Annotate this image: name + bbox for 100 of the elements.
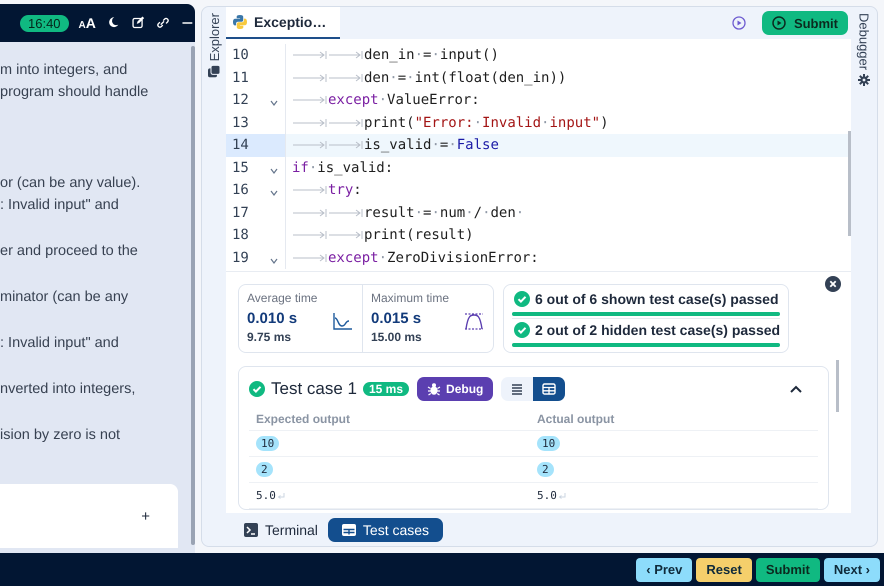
whitespace-mark: · [431,204,440,221]
stat-label: Average time [247,291,318,305]
tab-arrow-icon [292,140,328,150]
whitespace-mark: · [378,92,388,108]
wave-chart-icon [332,311,354,331]
whitespace-mark: · [516,204,524,221]
whitespace-mark: · [406,70,415,86]
scrollbar[interactable] [848,131,851,236]
check-circle-icon [249,381,265,397]
table-view-button[interactable] [533,377,566,401]
reset-button[interactable]: Reset [696,558,752,582]
summary-text: 6 out of 6 shown test case(s) passed [535,291,779,307]
list-view-button[interactable] [501,377,534,401]
description-text: er and proceed to the [0,242,139,261]
description-text: : Invalid input" and [0,196,120,215]
tab-arrow-icon [328,230,364,240]
scrollbar[interactable] [836,360,839,412]
summary-text: 2 out of 2 hidden test case(s) passed [535,322,780,338]
debug-button[interactable]: Debug [417,377,494,401]
code-line[interactable]: except·ZeroDivisionError: [286,250,539,266]
stat-value: 0.015 s [371,310,422,327]
whitespace-mark: · [308,160,318,176]
check-circle-icon [514,291,530,307]
python-logo-icon [232,14,248,30]
tab-arrow-icon [328,118,364,128]
panel-tab[interactable]: Test cases [328,518,444,542]
whitespace-mark: · [389,70,398,86]
description-text: m into integers, and [0,61,128,80]
newline-icon [558,492,566,500]
debugger-tab[interactable]: Debugger [856,13,872,86]
tab-arrow-icon [292,118,328,128]
line-number: 11 [231,70,250,86]
table-icon [542,382,556,396]
panel-tab[interactable]: Terminal [244,518,318,542]
whitespace-mark: · [541,114,550,131]
tab-arrow-icon [328,140,364,150]
description-text: : Invalid input" and [0,334,120,353]
line-number: 16 [231,182,250,198]
tab-arrow-icon [328,72,364,83]
output-value: 10 [256,436,280,451]
whitespace-mark: · [482,204,490,221]
tab-arrow-icon [328,208,364,218]
line-number: 10 [231,47,250,64]
description-text: or (can be any value). [0,174,142,193]
add-button[interactable]: + [141,508,150,524]
scrollbar[interactable] [191,46,195,545]
fold-chevron-icon[interactable] [270,258,278,264]
stat-detail: 9.75 ms [247,330,292,344]
column-header: Expected output [256,412,352,426]
chevron-up-icon[interactable] [790,385,802,393]
description-text: minator (can be any [0,288,130,307]
whitespace-mark: · [465,204,474,221]
nav-button[interactable]: ‹ Prev [636,558,692,582]
line-number: 18 [231,227,250,244]
gear-icon [858,74,870,86]
timer-badge: 16:40 [20,14,69,32]
tab-arrow-icon [292,50,328,60]
tab-arrow-icon [292,208,328,218]
play-icon [772,16,786,30]
code-line[interactable]: print("Error:·Invalid·input") [286,114,608,131]
table-icon [342,522,356,536]
tab-arrow-icon [292,185,328,196]
line-number: 17 [231,204,250,221]
code-line[interactable]: is_valid·=·False [286,137,499,154]
font-size-button[interactable]: AA [78,15,96,31]
close-icon[interactable] [825,276,841,292]
time-badge: 15 ms [363,382,410,396]
fold-chevron-icon[interactable] [270,100,278,106]
code-line[interactable]: den_in·=·input() [286,47,499,64]
tab-arrow-icon [292,72,328,83]
nav-button[interactable]: Next › [824,558,880,582]
submit-button[interactable]: Submit [762,11,848,35]
input-card[interactable]: + [0,484,178,548]
code-line[interactable]: result·=·num·/·den· [286,204,524,221]
run-icon[interactable] [732,16,746,30]
fold-chevron-icon[interactable] [270,190,278,196]
file-tab[interactable]: Exceptio… [226,7,340,39]
line-number: 14 [231,137,250,154]
stat-detail: 15.00 ms [371,330,423,344]
bug-icon [427,382,442,396]
fold-chevron-icon[interactable] [270,168,278,174]
submit-button[interactable]: Submit [756,558,820,582]
tab-arrow-icon [292,230,328,240]
code-line[interactable]: print(result) [286,227,474,244]
description-text: ision by zero is not [0,426,122,445]
stat-label: Maximum time [371,291,450,305]
terminal-icon [244,522,258,536]
output-value: 2 [256,462,273,477]
whitespace-mark: · [431,137,440,154]
code-line[interactable]: try: [286,182,362,198]
code-line[interactable]: den·=·int(float(den_in)) [286,70,566,86]
code-line[interactable]: if·is_valid: [286,160,394,176]
code-line[interactable]: except·ValueError: [286,92,480,108]
explorer-tab[interactable]: Explorer [206,13,222,78]
output-value: 5.0 [537,489,557,502]
tab-arrow-icon [292,252,328,263]
description-text: nverted into integers, [0,380,136,399]
test-case-title: Test case 1 [271,379,357,399]
line-number: 19 [231,250,250,266]
line-number: 15 [231,160,250,176]
